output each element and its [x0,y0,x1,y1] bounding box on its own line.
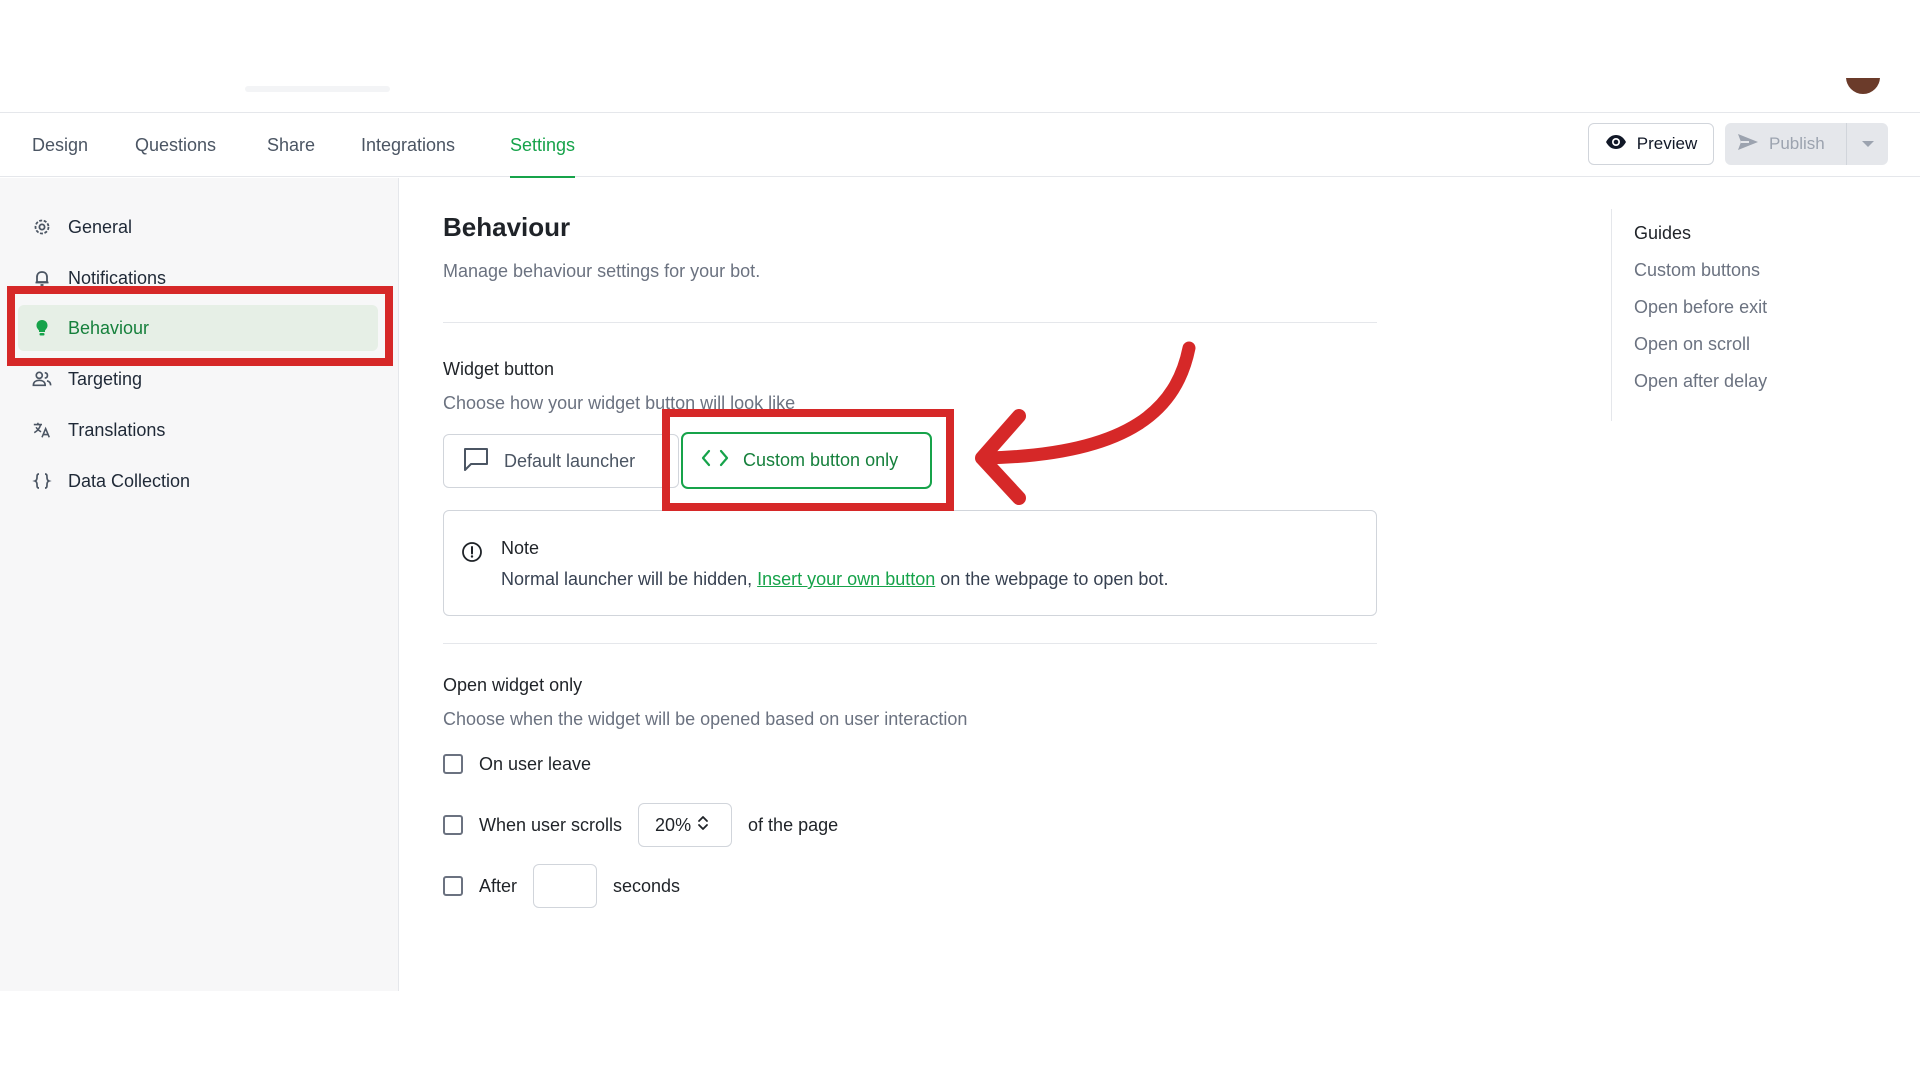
sidebar-item-label: Notifications [68,267,167,288]
users-icon [32,369,52,389]
translate-icon [32,420,52,440]
guide-link-open-on-scroll[interactable]: Open on scroll [1634,334,1750,355]
open-widget-subtitle: Choose when the widget will be opened ba… [443,709,968,729]
publish-options-button[interactable] [1846,123,1888,165]
guide-link-open-after-delay[interactable]: Open after delay [1634,371,1767,392]
on-user-leave-checkbox[interactable] [443,754,463,774]
note-text-before: Normal launcher will be hidden, [501,569,758,589]
after-seconds-row: After seconds [443,864,680,908]
preview-label: Preview [1636,134,1698,153]
after-label: After [479,875,518,896]
widget-button-title: Widget button [443,359,555,379]
annotation-arrow [975,341,1196,505]
custom-button-only-label: Custom button only [743,450,899,470]
tab-questions[interactable]: Questions [135,113,216,177]
scroll-percent-select[interactable]: 20% [638,803,733,847]
of-the-page-label: of the page [748,814,839,835]
sidebar-item-label: Behaviour [68,317,150,338]
note-box: Note Normal launcher will be hidden, Ins… [443,510,1377,616]
app-root: Design Questions Share Integrations Sett… [0,0,1920,1080]
tab-integrations[interactable]: Integrations [361,113,455,177]
sidebar-item-label: Data Collection [68,470,191,491]
bulb-icon [32,318,52,338]
header-placeholder [245,86,390,92]
sidebar-item-behaviour[interactable]: Behaviour [18,305,378,351]
publish-button[interactable]: Publish [1725,123,1846,165]
when-user-scrolls-label: When user scrolls [479,814,623,835]
tab-design[interactable]: Design [32,113,88,177]
seconds-label: seconds [613,875,681,896]
updown-chevron-icon [697,814,709,837]
on-user-leave-row: On user leave [443,753,591,775]
gear-icon [32,217,52,237]
sidebar-item-label: Targeting [68,368,143,389]
bell-icon [32,268,52,288]
avatar[interactable] [1846,78,1880,94]
send-icon [1737,133,1759,156]
section-divider [443,643,1377,644]
chat-bubble-icon [462,446,490,477]
custom-button-only-option[interactable]: Custom button only [681,432,932,489]
seconds-input[interactable] [533,864,598,908]
when-user-scrolls-checkbox[interactable] [443,815,463,835]
guide-link-open-before-exit[interactable]: Open before exit [1634,297,1767,318]
sidebar-item-label: Translations [68,419,166,440]
guide-link-custom-buttons[interactable]: Custom buttons [1634,260,1760,281]
preview-button[interactable]: Preview [1588,123,1714,165]
note-title: Note [501,538,540,558]
publish-button-group: Publish [1725,123,1888,165]
note-text: Normal launcher will be hidden, Insert y… [501,569,1168,590]
guides-title: Guides [1634,223,1692,243]
section-divider [443,322,1377,323]
chevron-down-icon [1861,135,1875,153]
sidebar-item-data-collection[interactable]: Data Collection [18,458,378,504]
sidebar-item-targeting[interactable]: Targeting [18,356,378,402]
sidebar-item-translations[interactable]: Translations [18,407,378,453]
sidebar-item-label: General [68,216,133,237]
insert-button-link[interactable]: Insert your own button [757,569,935,589]
sidebar-item-general[interactable]: General [18,204,378,250]
default-launcher-option[interactable]: Default launcher [443,434,679,488]
when-user-scrolls-row: When user scrolls 20% of the page [443,803,838,847]
top-header [0,0,1920,113]
page-subtitle: Manage behaviour settings for your bot. [443,261,761,281]
eye-icon [1605,134,1627,155]
default-launcher-label: Default launcher [504,450,636,471]
publish-label: Publish [1769,134,1825,153]
code-icon [701,449,729,472]
braces-icon [32,471,52,491]
open-widget-title: Open widget only [443,675,583,695]
note-text-after: on the webpage to open bot. [935,569,1169,589]
info-circle-icon [461,541,483,563]
after-seconds-checkbox[interactable] [443,876,463,896]
sidebar-item-notifications[interactable]: Notifications [18,255,378,301]
scroll-percent-value: 20% [655,814,692,835]
on-user-leave-label: On user leave [479,753,592,774]
widget-button-subtitle: Choose how your widget button will look … [443,393,796,413]
tab-share[interactable]: Share [267,113,315,177]
tab-settings[interactable]: Settings [510,113,576,178]
guides-panel: Guides Custom buttons Open before exit O… [1611,209,1911,421]
page-title: Behaviour [443,212,571,242]
